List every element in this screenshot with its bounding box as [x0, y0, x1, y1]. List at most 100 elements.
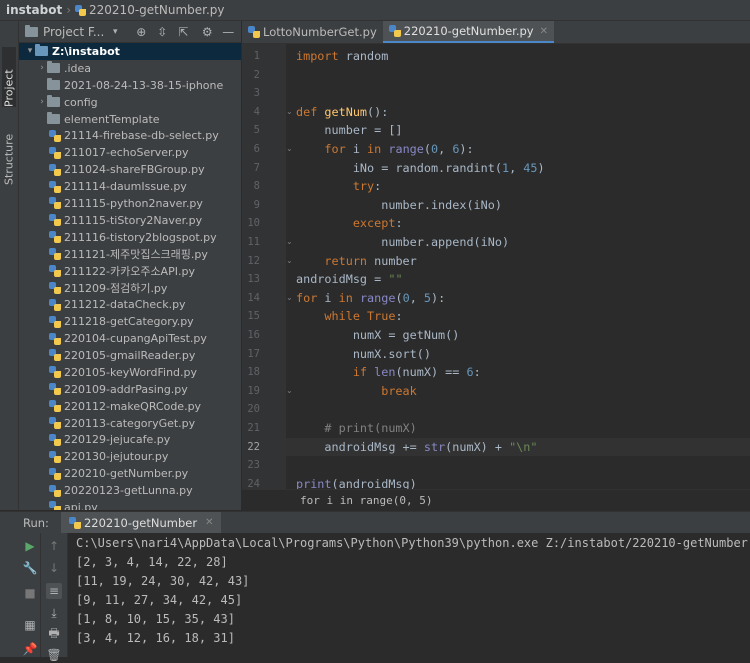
- tree-item[interactable]: 220210-getNumber.py: [19, 465, 241, 482]
- tree-item[interactable]: 211017-echoServer.py: [19, 144, 241, 161]
- code-area[interactable]: import random def getNum(): number = [] f…: [286, 44, 750, 491]
- code-line[interactable]: except:: [296, 214, 403, 232]
- close-icon[interactable]: ✕: [540, 26, 548, 37]
- code-token: :: [395, 216, 403, 231]
- fold-marker-icon[interactable]: ⌄: [286, 386, 294, 395]
- chevron-right-icon[interactable]: ›: [37, 97, 47, 107]
- tree-item[interactable]: 220109-addrPasing.py: [19, 381, 241, 398]
- tree-item[interactable]: 220105-keyWordFind.py: [19, 364, 241, 381]
- tree-item[interactable]: 211209-점검하기.py: [19, 279, 241, 296]
- tree-item[interactable]: 211116-tistory2blogspot.py: [19, 229, 241, 246]
- chevron-down-icon[interactable]: ▾: [107, 24, 123, 40]
- python-file-icon: [49, 467, 61, 480]
- tree-item[interactable]: 220113-categoryGet.py: [19, 415, 241, 432]
- tree-item[interactable]: 21114-firebase-db-select.py: [19, 127, 241, 144]
- tree-item[interactable]: 211212-dataCheck.py: [19, 296, 241, 313]
- chevron-right-icon[interactable]: ›: [37, 63, 47, 73]
- tree-item[interactable]: 211115-python2naver.py: [19, 195, 241, 212]
- code-line[interactable]: androidMsg = "": [296, 270, 403, 288]
- code-line[interactable]: try:: [296, 177, 381, 195]
- tree-item[interactable]: 211114-daumIssue.py: [19, 178, 241, 195]
- arrow-down-icon[interactable]: ↓: [46, 560, 62, 576]
- tree-item[interactable]: 211122-카카오주소API.py: [19, 263, 241, 280]
- code-line[interactable]: numX = getNum(): [296, 326, 460, 344]
- trash-icon[interactable]: 🗑: [46, 647, 62, 663]
- hide-panel-icon[interactable]: —: [220, 24, 236, 40]
- breadcrumb-file[interactable]: 220210-getNumber.py: [89, 3, 224, 17]
- code-line[interactable]: for i in range(0, 6):: [296, 140, 473, 158]
- rerun-icon[interactable]: ▶: [22, 538, 38, 554]
- tree-item[interactable]: 220112-makeQRCode.py: [19, 398, 241, 415]
- python-file-icon: [49, 484, 61, 497]
- fold-marker-icon[interactable]: ⌄: [286, 293, 294, 302]
- code-line[interactable]: androidMsg += str(numX) + "\n": [296, 438, 537, 456]
- code-line[interactable]: numX.sort(): [296, 345, 431, 363]
- wrench-icon[interactable]: 🔧: [22, 560, 38, 576]
- tree-item[interactable]: 220104-cupangApiTest.py: [19, 330, 241, 347]
- tree-item[interactable]: 211115-tiStory2Naver.py: [19, 212, 241, 229]
- chevron-down-icon[interactable]: ▾: [25, 46, 35, 56]
- code-token: # print(numX): [296, 421, 417, 435]
- code-line[interactable]: while True:: [296, 307, 402, 325]
- editor-tab[interactable]: 220210-getNumber.py ✕: [382, 21, 554, 43]
- fold-marker-icon[interactable]: ⌄: [286, 238, 294, 246]
- code-line[interactable]: return number: [296, 252, 416, 270]
- code-line[interactable]: import random: [296, 47, 388, 65]
- tree-root[interactable]: ▾ Z:\instabot: [19, 43, 241, 60]
- pin-icon[interactable]: 📌: [22, 641, 38, 657]
- tree-item[interactable]: api.py: [19, 499, 241, 510]
- print-icon[interactable]: 🖶: [46, 626, 62, 642]
- locate-file-icon[interactable]: ⊕: [133, 24, 149, 40]
- code-line[interactable]: number.append(iNo): [296, 233, 509, 251]
- gear-icon[interactable]: ⚙: [199, 24, 215, 40]
- tree-item[interactable]: 220105-gmailReader.py: [19, 347, 241, 364]
- tree-item[interactable]: 211121-제주맛집스크래핑.py: [19, 246, 241, 263]
- run-console[interactable]: C:\Users\nari4\AppData\Local\Programs\Py…: [68, 533, 750, 657]
- tree-item[interactable]: › config: [19, 94, 241, 111]
- tree-item[interactable]: 2021-08-24-13-38-15-iphone: [19, 77, 241, 94]
- code-line[interactable]: def getNum():: [296, 103, 388, 121]
- tree-item[interactable]: 20220123-getLunna.py: [19, 482, 241, 499]
- expand-all-icon[interactable]: ⇳: [154, 24, 170, 40]
- code-token: (numX) +: [445, 439, 510, 454]
- tree-item[interactable]: 211024-shareFBGroup.py: [19, 161, 241, 178]
- code-line[interactable]: if len(numX) == 6:: [296, 363, 481, 381]
- tool-window-project-tab[interactable]: Project: [2, 47, 16, 107]
- line-number: 4: [253, 105, 260, 118]
- editor-tab[interactable]: LottoNumberGet.py: [242, 21, 383, 43]
- code-line[interactable]: # print(numX): [296, 419, 417, 437]
- layout-icon[interactable]: ▦: [22, 617, 38, 633]
- run-tab[interactable]: 220210-getNumber ✕: [60, 512, 222, 533]
- code-token: ,: [409, 290, 424, 305]
- fold-marker-icon[interactable]: ⌄: [286, 145, 294, 153]
- tree-item[interactable]: 220129-jejucafe.py: [19, 431, 241, 448]
- fold-marker-icon[interactable]: ⌄: [286, 256, 294, 265]
- python-file-icon: [49, 180, 61, 193]
- code-line[interactable]: for i in range(0, 5):: [296, 289, 445, 307]
- folder-icon: [47, 95, 60, 108]
- editor-tab-label: 220210-getNumber.py: [403, 24, 534, 38]
- tree-item[interactable]: elementTemplate: [19, 111, 241, 128]
- code-line[interactable]: break: [296, 382, 417, 400]
- tree-item[interactable]: 211218-getCategory.py: [19, 313, 241, 330]
- editor: LottoNumberGet.py 220210-getNumber.py ✕ 12…: [242, 21, 750, 511]
- scroll-to-end-icon[interactable]: ⤓: [46, 605, 62, 621]
- code-line[interactable]: iNo = random.randint(1, 45): [296, 159, 545, 177]
- folder-icon: [47, 61, 60, 74]
- collapse-all-icon[interactable]: ⇱: [175, 24, 191, 40]
- breadcrumb-project[interactable]: instabot: [0, 3, 62, 17]
- console-line: [9, 11, 27, 34, 42, 45]: [76, 593, 243, 607]
- soft-wrap-icon[interactable]: ≡: [46, 583, 62, 599]
- code-breadcrumb[interactable]: for i in range(0, 5): [242, 489, 750, 511]
- code-line[interactable]: number.index(iNo): [296, 196, 502, 214]
- project-view-selector[interactable]: Project F...: [43, 25, 104, 39]
- code-line[interactable]: number = []: [296, 121, 402, 139]
- stop-icon[interactable]: ■: [22, 585, 38, 601]
- tree-item[interactable]: 220130-jejutour.py: [19, 448, 241, 465]
- tree-item-label: 211024-shareFBGroup.py: [64, 163, 205, 177]
- close-icon[interactable]: ✕: [205, 517, 213, 528]
- tool-window-structure-tab[interactable]: Structure: [2, 121, 16, 185]
- fold-marker-icon[interactable]: ⌄: [286, 107, 294, 116]
- tree-item[interactable]: › .idea: [19, 60, 241, 77]
- arrow-up-icon[interactable]: ↑: [46, 538, 62, 554]
